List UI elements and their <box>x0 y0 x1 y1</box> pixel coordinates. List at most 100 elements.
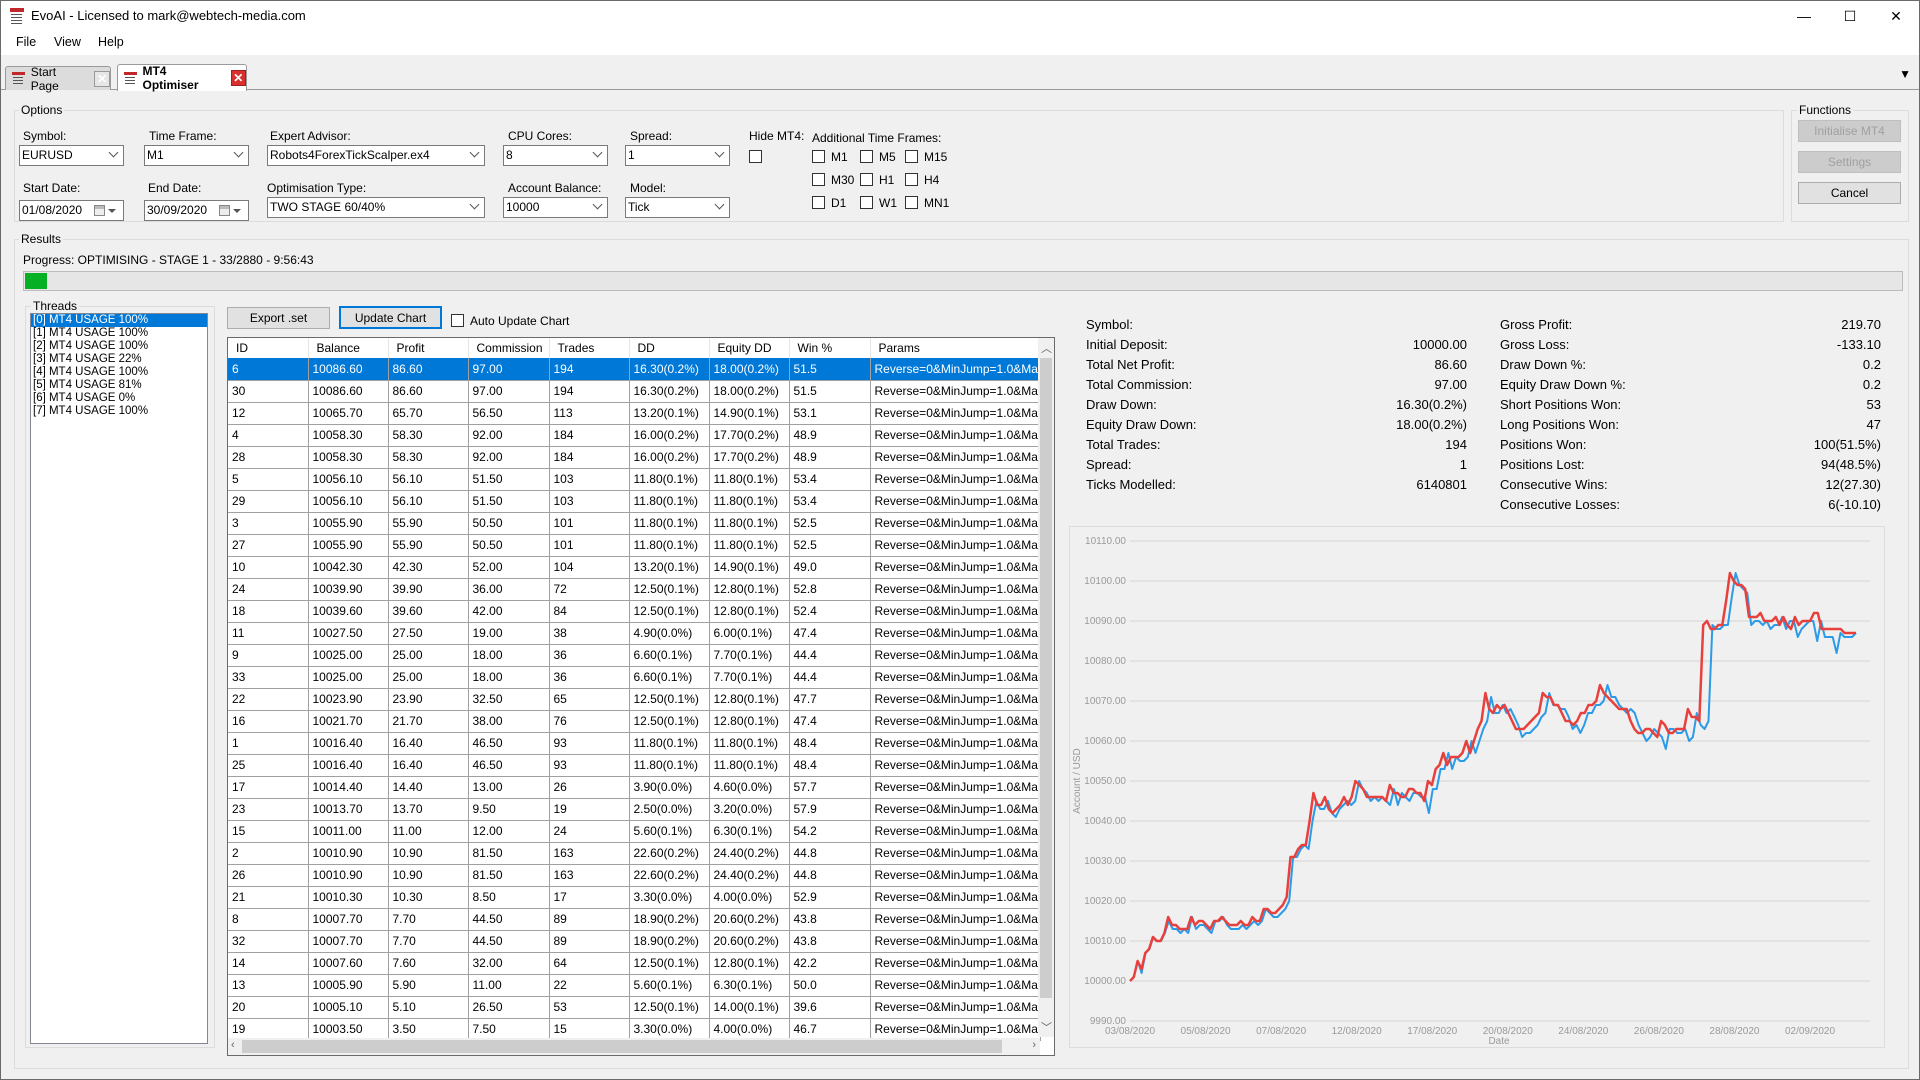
table-row[interactable]: 6 10086.60 86.60 97.00 194 16.30(0.2%) 18.00(0… <box>228 358 1041 381</box>
thread-list-item[interactable]: [0] MT4 USAGE 100% <box>31 314 207 327</box>
vertical-scroll-thumb[interactable] <box>1040 358 1052 998</box>
timeframe-h1-checkbox[interactable] <box>860 173 873 186</box>
table-row[interactable]: 25 10016.40 16.40 46.50 93 11.80(0.1%) 11.80(0… <box>228 754 1041 777</box>
optimisation-type-select[interactable]: TWO STAGE 60/40% <box>267 197 485 218</box>
table-row[interactable]: 8 10007.70 7.70 44.50 89 18.90(0.2%) 20.60(0.2… <box>228 908 1041 931</box>
table-row[interactable]: 18 10039.60 39.60 42.00 84 12.50(0.1%) 12.80(0… <box>228 600 1041 623</box>
settings-button[interactable]: Settings <box>1798 151 1901 173</box>
table-vertical-scrollbar[interactable]: ︿ ﹀ <box>1038 338 1054 1037</box>
thread-list-item[interactable]: [6] MT4 USAGE 0% <box>31 392 207 405</box>
table-row[interactable]: 22 10023.90 23.90 32.50 65 12.50(0.1%) 12.80(0… <box>228 688 1041 711</box>
table-row[interactable]: 17 10014.40 14.40 13.00 26 3.90(0.0%) 4.60(0.0… <box>228 776 1041 799</box>
close-window-button[interactable]: ✕ <box>1873 1 1919 31</box>
column-header[interactable]: DD <box>629 338 710 358</box>
thread-list-item[interactable]: [5] MT4 USAGE 81% <box>31 379 207 392</box>
table-row[interactable]: 2 10010.90 10.90 81.50 163 22.60(0.2%) 24.40(0… <box>228 842 1041 865</box>
account-balance-select[interactable]: 10000 <box>503 197 608 218</box>
timeframe-d1-checkbox[interactable] <box>812 196 825 209</box>
table-row[interactable]: 33 10025.00 25.00 18.00 36 6.60(0.1%) 7.70(0.1… <box>228 666 1041 689</box>
minimize-button[interactable]: — <box>1781 1 1827 31</box>
maximize-button[interactable]: ☐ <box>1827 1 1873 31</box>
update-chart-button[interactable]: Update Chart <box>339 306 442 329</box>
timeframe-w1-checkbox[interactable] <box>860 196 873 209</box>
table-row[interactable]: 19 10003.50 3.50 7.50 15 3.30(0.0%) 4.00(0.0%)… <box>228 1018 1041 1041</box>
table-row[interactable]: 11 10027.50 27.50 19.00 38 4.90(0.0%) 6.00(0.1… <box>228 622 1041 645</box>
thread-list-item[interactable]: [2] MT4 USAGE 100% <box>31 340 207 353</box>
table-row[interactable]: 30 10086.60 86.60 97.00 194 16.30(0.2%) 18.00(… <box>228 380 1041 403</box>
timeframe-m15-checkbox[interactable] <box>905 150 918 163</box>
table-row[interactable]: 26 10010.90 10.90 81.50 163 22.60(0.2%) 24.40(… <box>228 864 1041 887</box>
table-cell: 49.0 <box>789 556 871 579</box>
close-tab-icon[interactable]: ✕ <box>230 70 246 86</box>
scroll-down-icon[interactable]: ﹀ <box>1041 1019 1052 1035</box>
table-cell: 163 <box>549 864 630 887</box>
symbol-select[interactable]: EURUSD <box>19 145 124 166</box>
model-select[interactable]: Tick <box>625 197 730 218</box>
column-header[interactable]: Equity DD <box>709 338 790 358</box>
horizontal-scroll-thumb[interactable] <box>242 1040 1002 1053</box>
table-row[interactable]: 5 10056.10 56.10 51.50 103 11.80(0.1%) 11.80(0… <box>228 468 1041 491</box>
hide-mt4-checkbox[interactable] <box>749 150 762 163</box>
thread-list-item[interactable]: [7] MT4 USAGE 100% <box>31 405 207 418</box>
timeframe-m30-checkbox[interactable] <box>812 173 825 186</box>
tab-mt4-optimiser[interactable]: MT4 Optimiser ✕ <box>117 64 247 92</box>
table-row[interactable]: 23 10013.70 13.70 9.50 19 2.50(0.0%) 3.20(0.0%… <box>228 798 1041 821</box>
thread-list-item[interactable]: [3] MT4 USAGE 22% <box>31 353 207 366</box>
menu-file[interactable]: File <box>16 35 36 49</box>
table-row[interactable]: 15 10011.00 11.00 12.00 24 5.60(0.1%) 6.30(0.1… <box>228 820 1041 843</box>
scroll-up-icon[interactable]: ︿ <box>1041 340 1052 356</box>
auto-update-chart-checkbox[interactable] <box>451 314 464 327</box>
table-row[interactable]: 21 10010.30 10.30 8.50 17 3.30(0.0%) 4.00(0.0%… <box>228 886 1041 909</box>
table-row[interactable]: 9 10025.00 25.00 18.00 36 6.60(0.1%) 7.70(0.1%… <box>228 644 1041 667</box>
timeframe-m5-checkbox[interactable] <box>860 150 873 163</box>
scroll-left-icon[interactable]: ‹ <box>231 1039 235 1051</box>
cancel-button[interactable]: Cancel <box>1798 182 1901 204</box>
column-header[interactable]: Balance <box>308 338 389 358</box>
time-frame-select[interactable]: M1 <box>144 145 249 166</box>
start-date-picker[interactable]: 01/08/2020 <box>19 200 124 221</box>
menu-view[interactable]: View <box>54 35 81 49</box>
table-row[interactable]: 1 10016.40 16.40 46.50 93 11.80(0.1%) 11.80(0.… <box>228 732 1041 755</box>
column-header[interactable]: Win % <box>789 338 871 358</box>
table-row[interactable]: 24 10039.90 39.90 36.00 72 12.50(0.1%) 12.80(0… <box>228 578 1041 601</box>
table-row[interactable]: 16 10021.70 21.70 38.00 76 12.50(0.1%) 12.80(0… <box>228 710 1041 733</box>
timeframe-h4-checkbox[interactable] <box>905 173 918 186</box>
spread-select[interactable]: 1 <box>625 145 730 166</box>
table-cell: Reverse=0&MinJump=1.0&MaxCal... <box>870 930 1041 953</box>
table-row[interactable]: 10 10042.30 42.30 52.00 104 13.20(0.1%) 14.90(… <box>228 556 1041 579</box>
table-cell: 14.40 <box>388 776 469 799</box>
timeframe-m1-label: M1 <box>831 150 848 164</box>
table-row[interactable]: 14 10007.60 7.60 32.00 64 12.50(0.1%) 12.80(0.… <box>228 952 1041 975</box>
threads-listbox[interactable]: [0] MT4 USAGE 100% [1] MT4 USAGE 100% [2] … <box>30 313 208 1044</box>
timeframe-mn1-checkbox[interactable] <box>905 196 918 209</box>
tab-start-page[interactable]: Start Page ✕ <box>5 65 111 93</box>
table-row[interactable]: 28 10058.30 58.30 92.00 184 16.00(0.2%) 17.70(… <box>228 446 1041 469</box>
thread-list-item[interactable]: [1] MT4 USAGE 100% <box>31 327 207 340</box>
table-row[interactable]: 4 10058.30 58.30 92.00 184 16.00(0.2%) 17.70(0… <box>228 424 1041 447</box>
column-header[interactable]: ID <box>228 338 309 358</box>
table-row[interactable]: 32 10007.70 7.70 44.50 89 18.90(0.2%) 20.60(0.… <box>228 930 1041 953</box>
initialise-mt4-button[interactable]: Initialise MT4 <box>1798 120 1901 142</box>
column-header[interactable]: Trades <box>549 338 630 358</box>
table-row[interactable]: 3 10055.90 55.90 50.50 101 11.80(0.1%) 11.80(0… <box>228 512 1041 535</box>
column-header[interactable]: Params <box>870 338 1041 358</box>
table-row[interactable]: 29 10056.10 56.10 51.50 103 11.80(0.1%) 11.80(… <box>228 490 1041 513</box>
export-set-button[interactable]: Export .set <box>227 307 330 329</box>
close-tab-icon[interactable]: ✕ <box>94 70 110 87</box>
column-header[interactable]: Profit <box>388 338 469 358</box>
column-header[interactable]: Commission <box>468 338 550 358</box>
expert-advisor-select[interactable]: Robots4ForexTickScalper.ex4 <box>267 145 485 166</box>
end-date-picker[interactable]: 30/09/2020 <box>144 200 249 221</box>
timeframe-m1-checkbox[interactable] <box>812 150 825 163</box>
table-row[interactable]: 13 10005.90 5.90 11.00 22 5.60(0.1%) 6.30(0.1%… <box>228 974 1041 997</box>
table-row[interactable]: 20 10005.10 5.10 26.50 53 12.50(0.1%) 14.00(0.… <box>228 996 1041 1019</box>
tab-list-dropdown-icon[interactable]: ▼ <box>1899 67 1911 81</box>
cpu-cores-select[interactable]: 8 <box>503 145 608 166</box>
thread-list-item[interactable]: [4] MT4 USAGE 100% <box>31 366 207 379</box>
scroll-right-icon[interactable]: › <box>1032 1039 1036 1051</box>
table-row[interactable]: 12 10065.70 65.70 56.50 113 13.20(0.1%) 14.90(… <box>228 402 1041 425</box>
table-cell: 38.00 <box>468 710 550 733</box>
menu-help[interactable]: Help <box>98 35 124 49</box>
table-row[interactable]: 27 10055.90 55.90 50.50 101 11.80(0.1%) 11.80(… <box>228 534 1041 557</box>
table-horizontal-scrollbar[interactable]: ‹ › <box>228 1038 1040 1055</box>
